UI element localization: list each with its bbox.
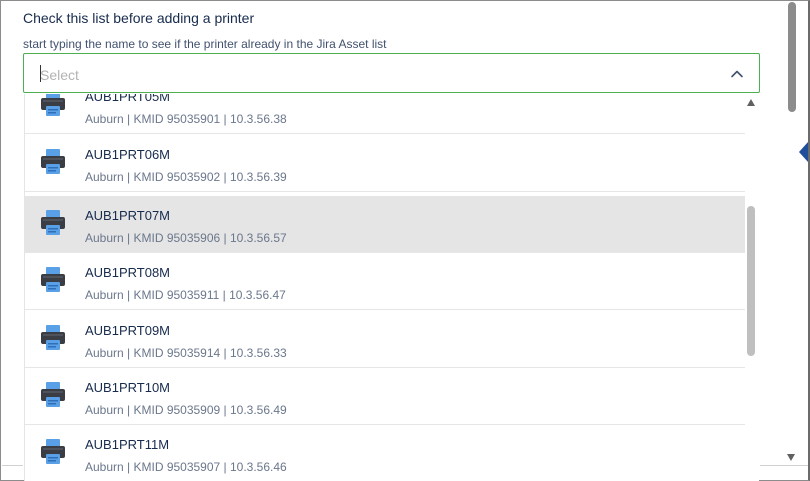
option-name: AUB1PRT06M [85, 147, 171, 162]
form-hint: start typing the name to see if the prin… [23, 37, 387, 51]
form-title: Check this list before adding a printer [23, 10, 255, 26]
printer-icon [41, 210, 65, 235]
option-row[interactable]: AUB1PRT10M Auburn | KMID 95035909 | 10.3… [25, 368, 745, 425]
option-row[interactable]: AUB1PRT08M Auburn | KMID 95035911 | 10.3… [25, 253, 745, 310]
option-detail: Auburn | KMID 95035906 | 10.3.56.57 [85, 231, 287, 245]
option-name: AUB1PRT08M [85, 265, 171, 280]
text-cursor [40, 65, 41, 82]
printer-select[interactable]: Select [23, 53, 760, 93]
printer-icon [41, 149, 65, 174]
option-row-highlighted[interactable]: AUB1PRT07M Auburn | KMID 95035906 | 10.3… [25, 196, 745, 253]
option-detail: Auburn | KMID 95035909 | 10.3.56.49 [85, 403, 287, 417]
side-panel-arrow-icon[interactable] [799, 142, 808, 162]
option-detail: Auburn | KMID 95035914 | 10.3.56.33 [85, 346, 287, 360]
option-row[interactable]: AUB1PRT05M Auburn | KMID 95035901 | 10.3… [25, 94, 745, 134]
option-name: AUB1PRT11M [85, 437, 170, 452]
option-detail: Auburn | KMID 95035907 | 10.3.56.46 [85, 460, 287, 474]
option-row[interactable]: AUB1PRT11M Auburn | KMID 95035907 | 10.3… [25, 425, 745, 481]
option-detail: Auburn | KMID 95035911 | 10.3.56.47 [85, 288, 286, 302]
option-name: AUB1PRT05M [85, 94, 171, 104]
option-row[interactable]: AUB1PRT09M Auburn | KMID 95035914 | 10.3… [25, 311, 745, 368]
option-name: AUB1PRT09M [85, 323, 171, 338]
select-placeholder: Select [40, 67, 79, 83]
option-name: AUB1PRT07M [85, 208, 171, 223]
page-scrollbar-thumb[interactable] [788, 2, 796, 112]
option-row[interactable]: AUB1PRT06M Auburn | KMID 95035902 | 10.3… [25, 135, 745, 192]
printer-icon [41, 325, 65, 350]
chevron-up-icon[interactable] [729, 66, 745, 82]
dropdown-scroll-up-arrow[interactable] [747, 99, 755, 106]
option-detail: Auburn | KMID 95035902 | 10.3.56.39 [85, 170, 287, 184]
printer-icon [41, 267, 65, 292]
printer-icon [41, 94, 65, 116]
printer-icon [41, 439, 65, 464]
dropdown-scrollbar-thumb[interactable] [747, 206, 755, 356]
option-detail: Auburn | KMID 95035901 | 10.3.56.38 [85, 112, 287, 126]
option-name: AUB1PRT10M [85, 380, 171, 395]
page-scroll-down-arrow[interactable] [787, 454, 795, 461]
options-dropdown: AUB1PRT05M Auburn | KMID 95035901 | 10.3… [24, 94, 759, 481]
printer-icon [41, 382, 65, 407]
divider [2, 465, 23, 466]
divider [760, 465, 808, 466]
